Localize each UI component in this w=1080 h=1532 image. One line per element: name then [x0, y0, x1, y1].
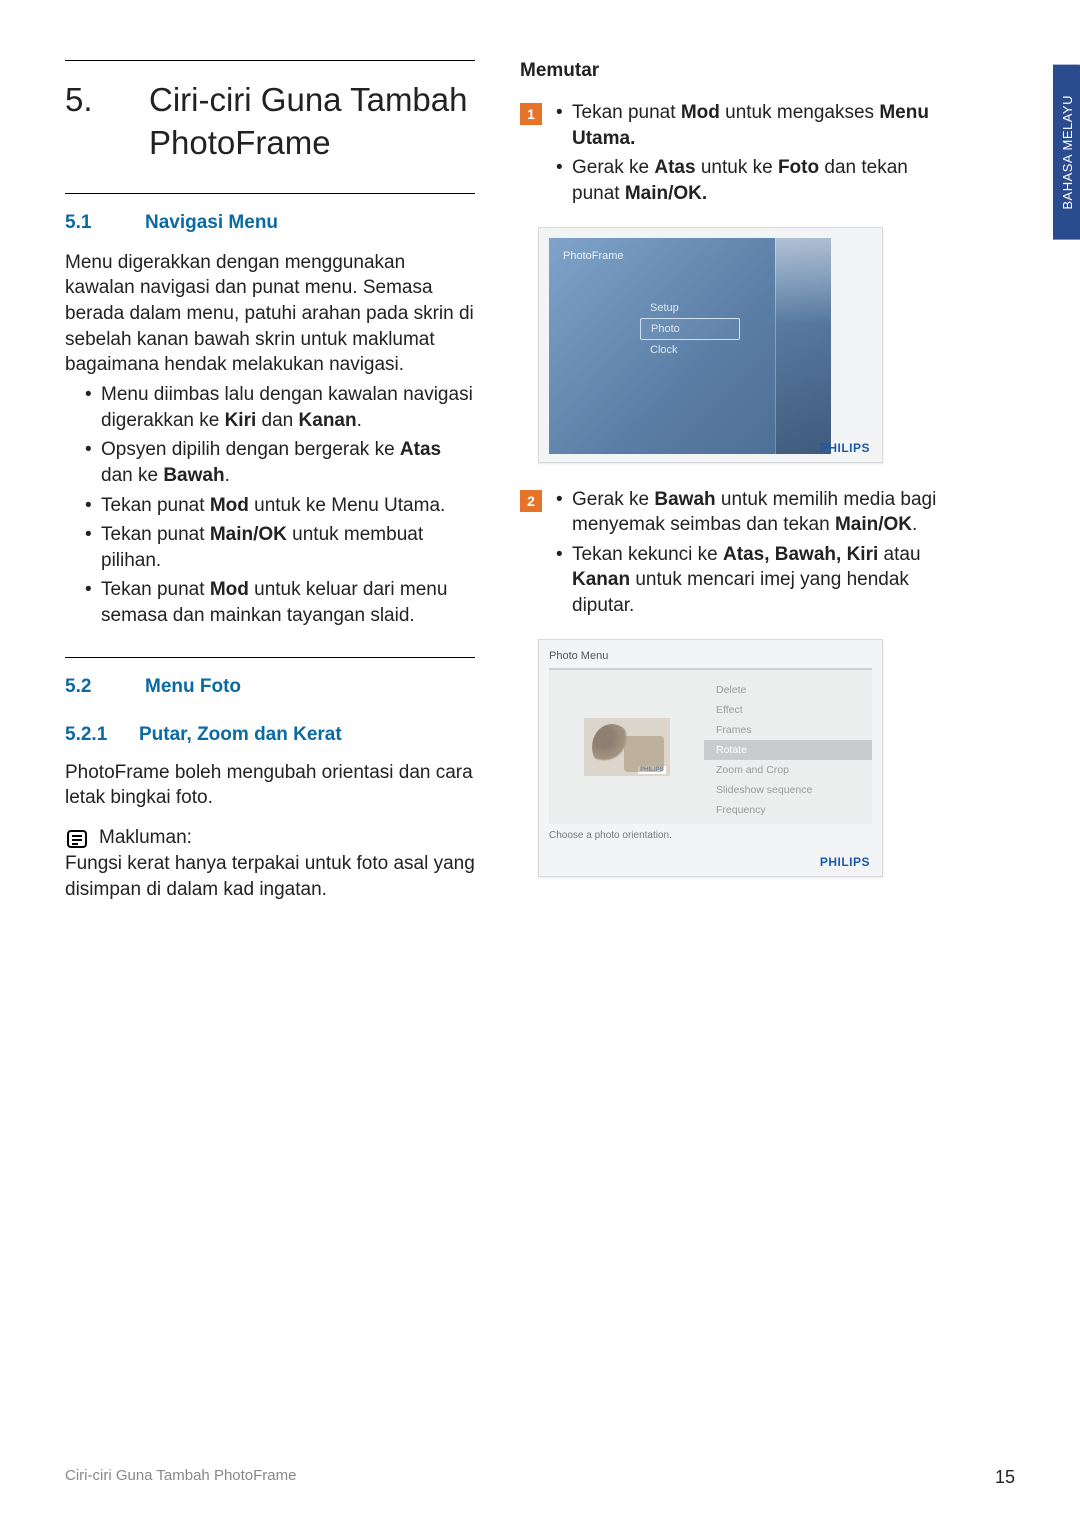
subsection-number: 5.2.1 — [65, 724, 121, 746]
list-item: Tekan punat Mod untuk keluar dari menu s… — [85, 577, 475, 628]
chapter-heading: 5. Ciri-ciri Guna Tambah PhotoFrame — [65, 79, 475, 165]
section-5-2-1-paragraph: PhotoFrame boleh mengubah orientasi dan … — [65, 760, 475, 811]
figure2-menu-item: Slideshow sequence — [704, 780, 872, 800]
list-item: Menu diimbas lalu dengan kawalan navigas… — [85, 382, 475, 433]
step-number-badge: 1 — [520, 103, 542, 125]
list-item: Tekan punat Mod untuk ke Menu Utama. — [85, 493, 475, 519]
section-5-2-heading: 5.2 Menu Foto — [65, 676, 475, 698]
figure2-menu-item: Frames — [704, 720, 872, 740]
figure2-menu-item: Delete — [704, 680, 872, 700]
step-number-badge: 2 — [520, 490, 542, 512]
figure-photoframe-menu: PhotoFrame SetupPhotoClock PHILIPS — [538, 227, 950, 463]
figure1-menu-item: Clock — [640, 340, 740, 360]
page-content: 5. Ciri-ciri Guna Tambah PhotoFrame 5.1 … — [0, 0, 1080, 956]
section-5-1-list: Menu diimbas lalu dengan kawalan navigas… — [65, 382, 475, 629]
subsection-title: Putar, Zoom dan Kerat — [139, 724, 342, 746]
list-item: Tekan punat Main/OK untuk membuat piliha… — [85, 522, 475, 573]
list-item: Tekan kekunci ke Atas, Bawah, Kiri atau … — [556, 542, 950, 619]
chapter-title: Ciri-ciri Guna Tambah PhotoFrame — [149, 79, 475, 165]
rule — [65, 657, 475, 658]
list-item: Gerak ke Bawah untuk memilih media bagi … — [556, 487, 950, 538]
chapter-number: 5. — [65, 79, 117, 165]
step-2: 2 Gerak ke Bawah untuk memilih media bag… — [520, 487, 950, 623]
note-label: Makluman: — [99, 827, 192, 849]
section-title: Menu Foto — [145, 676, 241, 698]
footer-chapter-title: Ciri-ciri Guna Tambah PhotoFrame — [65, 1467, 296, 1488]
section-5-2-1-heading: 5.2.1 Putar, Zoom dan Kerat — [65, 724, 475, 746]
figure1-title: PhotoFrame — [549, 238, 831, 262]
language-side-tab: BAHASA MELAYU — [1053, 65, 1080, 240]
section-number: 5.1 — [65, 212, 117, 234]
figure2-menu-item: Zoom and Crop — [704, 760, 872, 780]
section-5-1-heading: 5.1 Navigasi Menu — [65, 212, 475, 234]
section-5-1-paragraph: Menu digerakkan dengan menggunakan kawal… — [65, 250, 475, 378]
list-item: Opsyen dipilih dengan bergerak ke Atas d… — [85, 437, 475, 488]
figure-photo-menu: Photo Menu PHILIPS DeleteEffectFramesRot… — [538, 639, 950, 877]
note-row: Makluman: — [65, 827, 475, 851]
figure2-menu-item: Effect — [704, 700, 872, 720]
figure2-menu-item: Rotate — [704, 740, 872, 760]
figure2-title: Photo Menu — [549, 650, 872, 662]
list-item: Tekan punat Mod untuk mengakses Menu Uta… — [556, 100, 950, 151]
right-column-heading: Memutar — [520, 60, 950, 82]
figure2-hint: Choose a photo orientation. — [549, 824, 872, 841]
note-text: Fungsi kerat hanya terpakai untuk foto a… — [65, 851, 475, 902]
rule — [65, 60, 475, 61]
page-footer: Ciri-ciri Guna Tambah PhotoFrame 15 — [65, 1467, 1015, 1488]
note-icon — [65, 827, 89, 851]
right-column: Memutar 1 Tekan punat Mod untuk mengakse… — [520, 60, 950, 906]
page-number: 15 — [995, 1467, 1015, 1488]
thumbnail-brand: PHILIPS — [638, 766, 665, 774]
step-1: 1 Tekan punat Mod untuk mengakses Menu U… — [520, 100, 950, 211]
section-title: Navigasi Menu — [145, 212, 278, 234]
figure2-thumbnail: PHILIPS — [584, 718, 670, 776]
section-number: 5.2 — [65, 676, 117, 698]
figure1-menu-item: Setup — [640, 298, 740, 318]
figure2-menu-item: Frequency — [704, 800, 872, 820]
rule — [65, 193, 475, 194]
figure1-menu-item: Photo — [640, 318, 740, 340]
list-item: Gerak ke Atas untuk ke Foto dan tekan pu… — [556, 155, 950, 206]
left-column: 5. Ciri-ciri Guna Tambah PhotoFrame 5.1 … — [65, 60, 475, 906]
brand-logo: PHILIPS — [820, 855, 870, 869]
brand-logo: PHILIPS — [820, 441, 870, 455]
